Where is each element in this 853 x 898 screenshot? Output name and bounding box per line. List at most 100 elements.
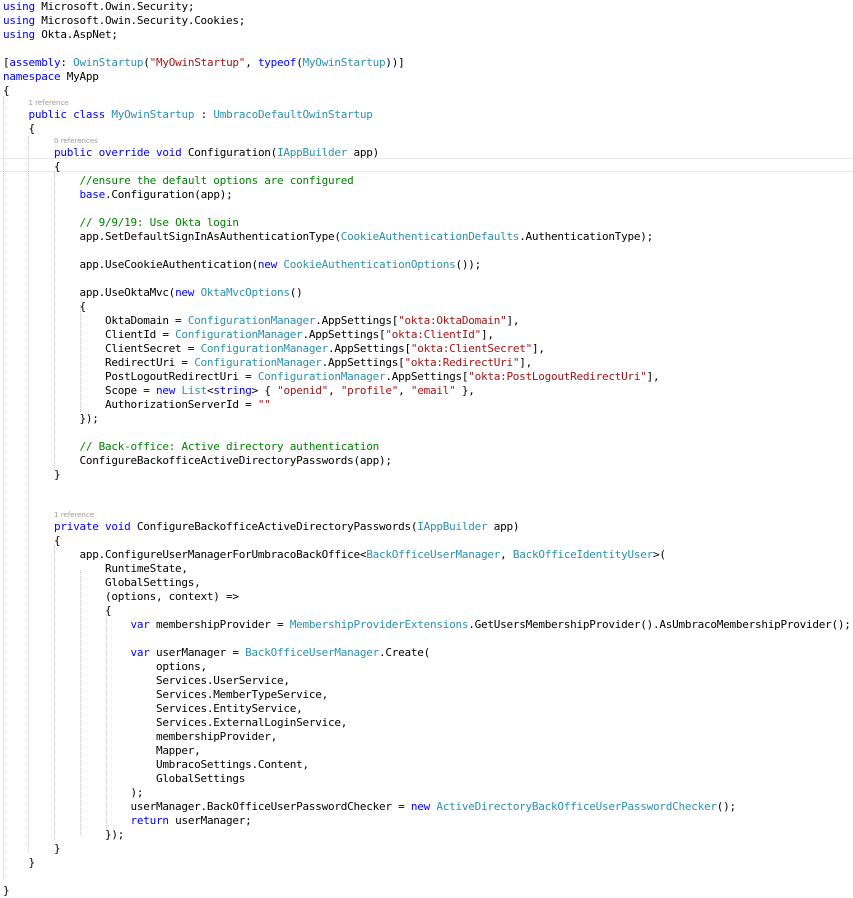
code-token-text: OktaDomain = [3, 314, 188, 327]
code-line[interactable]: { [3, 122, 35, 136]
code-token-text: ], [506, 314, 520, 327]
code-line[interactable]: } [3, 842, 61, 856]
code-line[interactable]: var userManager = BackOfficeUserManager.… [3, 646, 430, 660]
code-token-type: CookieAuthenticationOptions [283, 258, 456, 271]
code-token-keyword: string [213, 384, 252, 397]
code-token-string: "" [257, 398, 271, 411]
code-line[interactable]: GlobalSettings [3, 772, 245, 786]
code-line[interactable]: ); [3, 786, 143, 800]
code-token-text: : [60, 56, 74, 69]
code-token-text: AuthorizationServerId = [3, 398, 258, 411]
code-token-text: app) [347, 146, 380, 159]
code-token-keyword: new [155, 384, 176, 397]
code-token-text: userManager; [168, 814, 252, 827]
code-line[interactable]: app.ConfigureUserManagerForUmbracoBackOf… [3, 548, 666, 562]
code-line[interactable]: OktaDomain = ConfigurationManager.AppSet… [3, 314, 519, 328]
code-line[interactable]: { [3, 160, 61, 174]
code-line[interactable]: return userManager; [3, 814, 252, 828]
code-token-type: ConfigurationManager [257, 370, 386, 383]
code-line[interactable]: UmbracoSettings.Content, [3, 758, 309, 772]
code-line[interactable]: app.SetDefaultSignInAsAuthenticationType… [3, 230, 653, 244]
code-token-text: , [245, 56, 258, 69]
code-line[interactable]: RuntimeState, [3, 562, 188, 576]
code-token-text: .AppSettings[ [328, 342, 411, 355]
code-lens-references[interactable]: 1 reference [29, 99, 69, 108]
code-line[interactable]: } [3, 468, 61, 482]
code-line[interactable]: Services.UserService, [3, 674, 290, 688]
code-token-keyword: return [130, 814, 169, 827]
code-editor[interactable]: using Microsoft.Owin.Security; using Micr… [0, 0, 853, 897]
code-line[interactable]: { [3, 84, 10, 98]
code-token-text: }); [3, 412, 99, 425]
code-line[interactable]: } [3, 856, 35, 870]
code-token-keyword: using [3, 0, 35, 13]
code-token-text: userManager = [149, 646, 246, 659]
code-token-text: options, [3, 660, 207, 673]
code-line[interactable]: [assembly: OwinStartup("MyOwinStartup", … [3, 56, 405, 70]
code-line[interactable]: namespace MyApp [3, 70, 99, 84]
code-line[interactable]: ClientSecret = ConfigurationManager.AppS… [3, 342, 545, 356]
code-token-text: { [3, 122, 35, 135]
code-line[interactable]: app.UseCookieAuthentication(new CookieAu… [3, 258, 481, 272]
code-line[interactable]: //ensure the default options are configu… [3, 174, 353, 188]
code-token-text: }, [455, 384, 475, 397]
code-token-string: "okta:ClientSecret" [410, 342, 532, 355]
code-token-string: "email" [410, 384, 456, 397]
code-line[interactable]: Services.ExternalLoginService, [3, 716, 347, 730]
code-line[interactable]: } [3, 884, 10, 898]
code-line[interactable]: { [3, 604, 112, 618]
code-line[interactable]: app.UseOktaMvc(new OktaMvcOptions() [3, 286, 302, 300]
code-line[interactable]: ConfigureBackofficeActiveDirectoryPasswo… [3, 454, 392, 468]
code-line[interactable]: options, [3, 660, 207, 674]
code-token-keyword: namespace [3, 70, 61, 83]
code-lens-references[interactable]: 0 references [54, 137, 98, 146]
code-line[interactable]: using Microsoft.Owin.Security; [3, 0, 194, 14]
code-line[interactable]: }); [3, 828, 124, 842]
code-line[interactable]: public class MyOwinStartup : UmbracoDefa… [3, 108, 373, 122]
code-line[interactable]: GlobalSettings, [3, 576, 201, 590]
code-line[interactable]: base.Configuration(app); [3, 188, 232, 202]
code-token-text: , [328, 384, 341, 397]
code-token-type: CookieAuthenticationDefaults [340, 230, 520, 243]
code-token-text: { [3, 160, 61, 173]
code-line[interactable]: AuthorizationServerId = "" [3, 398, 271, 412]
code-line[interactable]: using Okta.AspNet; [3, 28, 118, 42]
code-line[interactable]: }); [3, 412, 99, 426]
code-line[interactable]: ClientId = ConfigurationManager.AppSetti… [3, 328, 494, 342]
code-token-type: ConfigurationManager [175, 328, 303, 341]
code-line[interactable]: membershipProvider, [3, 730, 277, 744]
code-token-type: ConfigurationManager [200, 342, 329, 355]
current-line-highlight [0, 158, 853, 172]
code-line[interactable]: { [3, 300, 86, 314]
code-line[interactable]: private void ConfigureBackofficeActiveDi… [3, 520, 519, 534]
code-line[interactable]: Mapper, [3, 744, 201, 758]
code-line[interactable]: Services.EntityService, [3, 702, 303, 716]
code-token-text: UmbracoSettings.Content, [3, 758, 309, 771]
code-token-text: membershipProvider = [149, 618, 290, 631]
code-token-text: app) [487, 520, 520, 533]
code-token-text: ClientId = [3, 328, 176, 341]
code-line[interactable]: using Microsoft.Owin.Security.Cookies; [3, 14, 245, 28]
code-line[interactable]: // Back-office: Active directory authent… [3, 440, 379, 454]
code-line[interactable]: RedirectUri = ConfigurationManager.AppSe… [3, 356, 532, 370]
code-token-text: Configuration( [181, 146, 278, 159]
code-lens-references[interactable]: 1 reference [54, 511, 94, 520]
code-token-text: .AppSettings[ [315, 314, 399, 327]
code-token-text: .Configuration(app); [104, 188, 233, 201]
code-line[interactable]: // 9/9/19: Use Okta login [3, 216, 239, 230]
code-line[interactable]: (options, context) => [3, 590, 239, 604]
code-token-type: BackOfficeIdentityUser [512, 548, 654, 561]
code-line[interactable]: var membershipProvider = MembershipProvi… [3, 618, 850, 632]
code-line[interactable]: PostLogoutRedirectUri = ConfigurationMan… [3, 370, 660, 384]
code-line[interactable]: Scope = new List<string> { "openid", "pr… [3, 384, 475, 398]
code-line[interactable]: Services.MemberTypeService, [3, 688, 328, 702]
code-token-keyword: void [104, 520, 131, 533]
code-line[interactable]: { [3, 534, 61, 548]
code-line[interactable]: userManager.BackOfficeUserPasswordChecke… [3, 800, 736, 814]
code-token-string: "okta:ClientId" [385, 328, 481, 341]
code-token-text: .AppSettings[ [302, 328, 386, 341]
code-line[interactable]: public override void Configuration(IAppB… [3, 146, 379, 160]
